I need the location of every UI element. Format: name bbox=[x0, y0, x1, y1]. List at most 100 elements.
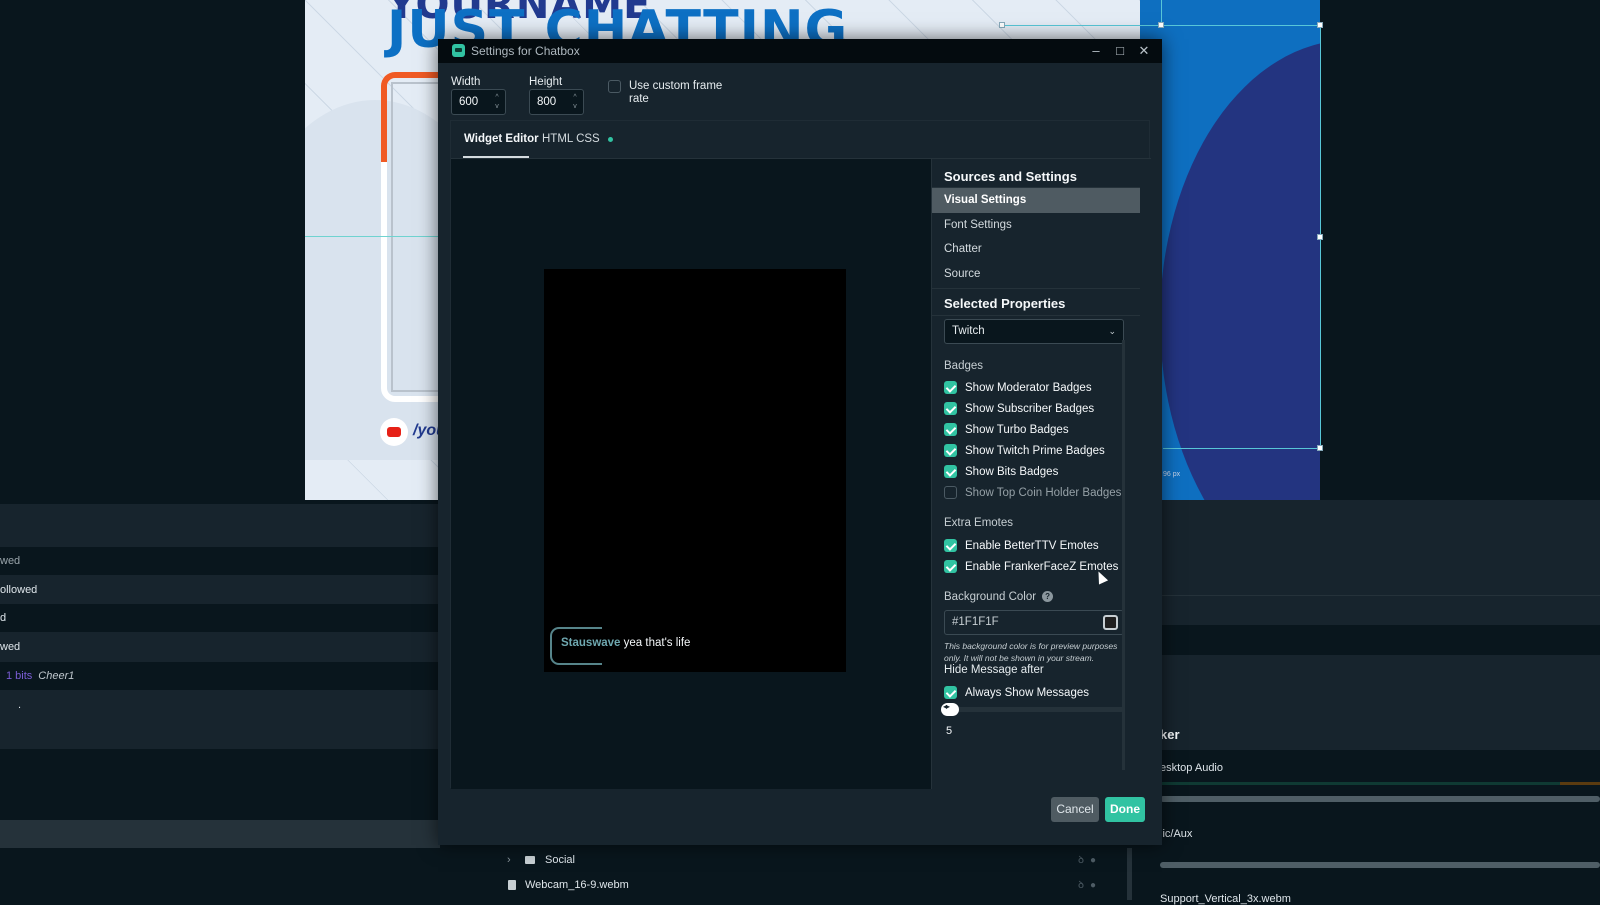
width-input[interactable]: 600 ^ v bbox=[451, 89, 506, 115]
background-color-label: Background Color? bbox=[944, 591, 1054, 603]
source-item-folder[interactable]: › Social ꝺ● bbox=[485, 848, 1130, 873]
source-item-file[interactable]: Webcam_16-9.webm ꝺ● bbox=[485, 873, 1130, 898]
hide-message-label: Hide Message after bbox=[944, 664, 1044, 676]
chat-text: yea that's life bbox=[623, 637, 691, 649]
lock-visibility-icons[interactable]: ꝺ● bbox=[1078, 848, 1102, 873]
checkbox[interactable] bbox=[944, 560, 957, 573]
bits-amount: 1 bits bbox=[6, 670, 33, 682]
mixer-header: ker bbox=[1150, 720, 1600, 750]
dialog-titlebar[interactable]: Settings for Chatbox – □ ✕ bbox=[438, 39, 1162, 63]
dialog-title: Settings for Chatbox bbox=[471, 44, 580, 58]
settings-dialog: Settings for Chatbox – □ ✕ Width 600 ^ v … bbox=[438, 39, 1162, 845]
hide-message-slider[interactable] bbox=[944, 707, 1124, 712]
canvas-arc-shape bbox=[1160, 40, 1320, 500]
nav-source[interactable]: Source bbox=[932, 262, 1140, 287]
width-label: Width bbox=[451, 76, 481, 88]
checkbox[interactable] bbox=[944, 444, 957, 457]
resize-handle[interactable] bbox=[1158, 22, 1164, 28]
checkbox[interactable] bbox=[944, 402, 957, 415]
settings-scrollbar[interactable] bbox=[1122, 340, 1125, 770]
checkbox[interactable] bbox=[944, 539, 957, 552]
volume-slider[interactable] bbox=[1160, 796, 1600, 802]
resize-handle[interactable] bbox=[1317, 234, 1323, 240]
event-row[interactable]: wed bbox=[0, 547, 440, 575]
selection-border-bottom bbox=[1163, 448, 1321, 449]
dimension-label: 96 px bbox=[1163, 471, 1181, 478]
resize-handle[interactable] bbox=[1317, 445, 1323, 451]
cheer-message: Cheer1 bbox=[38, 670, 75, 682]
slider-value: 5 bbox=[946, 725, 953, 737]
option-twitch-prime-badges[interactable]: Show Twitch Prime Badges bbox=[944, 443, 1144, 459]
widget-preview: Stauswave yea that's life bbox=[451, 159, 931, 789]
option-subscriber-badges[interactable]: Show Subscriber Badges bbox=[944, 401, 1144, 417]
checkbox[interactable] bbox=[944, 686, 957, 699]
file-icon bbox=[508, 880, 516, 890]
panel-bar bbox=[0, 820, 440, 848]
settings-panel: Sources and Settings Visual Settings Fon… bbox=[931, 159, 1151, 789]
checkbox[interactable] bbox=[944, 486, 957, 499]
option-frankerfacez-emotes[interactable]: Enable FrankerFaceZ Emotes bbox=[944, 559, 1144, 575]
option-always-show-messages[interactable]: Always Show Messages bbox=[944, 685, 1144, 701]
active-tab-underline bbox=[463, 156, 529, 158]
option-top-coin-holder-badges[interactable]: Show Top Coin Holder Badges bbox=[944, 485, 1144, 501]
chevron-right-icon[interactable]: › bbox=[507, 848, 511, 873]
width-stepper[interactable]: ^ v bbox=[493, 93, 501, 111]
cancel-button[interactable]: Cancel bbox=[1051, 797, 1099, 822]
youtube-icon bbox=[380, 418, 408, 446]
canvas-right-section[interactable] bbox=[1140, 0, 1320, 500]
help-icon[interactable]: ? bbox=[1042, 591, 1054, 602]
done-button[interactable]: Done bbox=[1105, 797, 1145, 822]
height-stepper[interactable]: ^ v bbox=[571, 93, 579, 111]
recent-events-panel: wed ollowed d wed 1 bits Cheer1 . bbox=[0, 504, 440, 749]
nav-font-settings[interactable]: Font Settings bbox=[932, 213, 1140, 238]
event-row[interactable]: d bbox=[0, 604, 440, 632]
volume-slider[interactable] bbox=[1160, 862, 1600, 868]
option-betterttv-emotes[interactable]: Enable BetterTTV Emotes bbox=[944, 538, 1144, 554]
sources-list: › Social ꝺ● Webcam_16-9.webm ꝺ● bbox=[485, 848, 1130, 900]
checkbox[interactable] bbox=[944, 381, 957, 394]
extra-emotes-label: Extra Emotes bbox=[944, 517, 1014, 529]
checkbox[interactable] bbox=[944, 465, 957, 478]
sources-settings-title: Sources and Settings bbox=[944, 169, 1077, 184]
folder-icon bbox=[525, 856, 535, 864]
minimize-button[interactable]: – bbox=[1086, 42, 1106, 60]
selected-properties-title: Selected Properties bbox=[944, 296, 1066, 311]
audio-meter bbox=[1160, 782, 1600, 785]
checkbox[interactable] bbox=[944, 423, 957, 436]
source-name: Support_Vertical_3x.webm bbox=[1160, 893, 1291, 905]
maximize-button[interactable]: □ bbox=[1110, 42, 1130, 60]
platform-select[interactable]: Twitch ⌄ bbox=[944, 319, 1124, 344]
option-moderator-badges[interactable]: Show Moderator Badges bbox=[944, 380, 1144, 396]
event-row[interactable]: 1 bits Cheer1 bbox=[0, 662, 440, 690]
nav-visual-settings[interactable]: Visual Settings bbox=[932, 188, 1140, 213]
height-input[interactable]: 800 ^ v bbox=[529, 89, 584, 115]
background-color-note: This background color is for preview pur… bbox=[944, 641, 1118, 663]
badges-label: Badges bbox=[944, 360, 984, 372]
chat-message: Stauswave yea that's life bbox=[561, 637, 690, 649]
chevron-down-icon: ⌄ bbox=[1108, 326, 1116, 336]
tab-widget-editor[interactable]: Widget Editor bbox=[464, 133, 539, 145]
nav-chatter[interactable]: Chatter bbox=[932, 237, 1140, 262]
tab-html-css[interactable]: HTML CSS bbox=[542, 133, 600, 145]
event-row[interactable]: wed bbox=[0, 633, 440, 661]
background-color-input[interactable]: #1F1F1F bbox=[944, 610, 1124, 635]
close-button[interactable]: ✕ bbox=[1134, 42, 1154, 60]
chatbox-preview: Stauswave yea that's life bbox=[544, 269, 846, 672]
event-row[interactable]: . bbox=[0, 691, 440, 719]
option-bits-badges[interactable]: Show Bits Badges bbox=[944, 464, 1144, 480]
right-panel bbox=[1150, 500, 1600, 720]
resize-handle[interactable] bbox=[1317, 22, 1323, 28]
custom-frame-rate-checkbox[interactable] bbox=[608, 80, 621, 93]
editor-tabs: Widget Editor HTML CSS bbox=[451, 121, 1151, 159]
resize-handle[interactable] bbox=[999, 22, 1005, 28]
slider-handle[interactable] bbox=[941, 702, 959, 716]
option-turbo-badges[interactable]: Show Turbo Badges bbox=[944, 422, 1144, 438]
scrollbar[interactable] bbox=[1127, 848, 1132, 900]
event-row[interactable]: ollowed bbox=[0, 576, 440, 604]
audio-mixer: ker esktop Audio lic/Aux Support_Vertica… bbox=[1150, 720, 1600, 905]
chatbox-app-icon bbox=[452, 44, 465, 57]
guide-line bbox=[305, 236, 445, 237]
lock-visibility-icons[interactable]: ꝺ● bbox=[1078, 873, 1102, 898]
mixer-channel-label: lic/Aux bbox=[1160, 828, 1193, 840]
color-swatch[interactable] bbox=[1103, 615, 1118, 630]
